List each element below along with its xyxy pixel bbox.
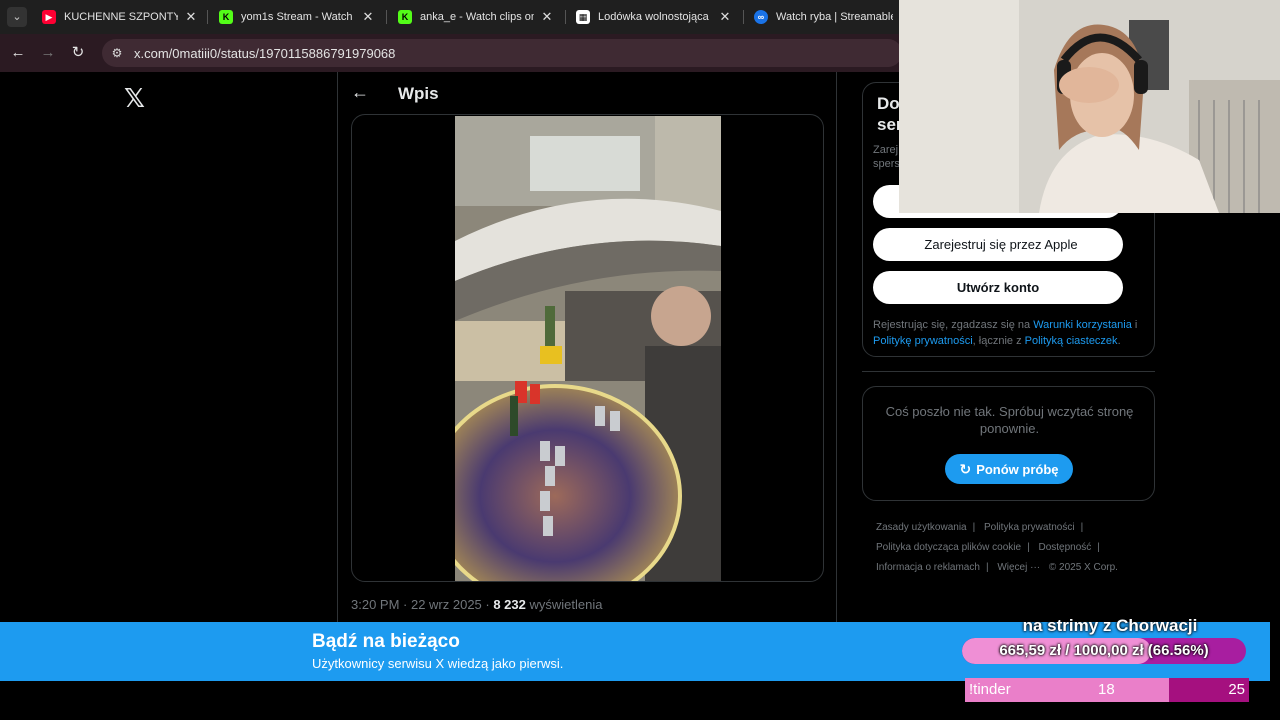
footer-link[interactable]: Informacja o reklamach (876, 562, 980, 573)
post-column: ← Wpis 3:20 PM · 22 wrz 2025 · 8 232 wyś… (337, 72, 837, 632)
reload-icon[interactable]: ↻ (68, 43, 88, 63)
footer-links: Zasady użytkowania | Polityka prywatności… (876, 522, 1118, 573)
terms-text: i (1131, 319, 1138, 331)
page-title: Wpis (398, 84, 439, 103)
webcam-image (899, 0, 1280, 213)
back-arrow-icon[interactable]: ← (8, 43, 28, 63)
signup-terms: Rejestrując się, zgadzasz się na Warunki… (873, 317, 1148, 349)
terms-text: . (1117, 335, 1121, 347)
tab-search-chevron-icon[interactable]: ⌄ (7, 7, 27, 27)
tab-streamable[interactable]: ∞ Watch ryba | Streamable (746, 0, 901, 34)
signup-apple-button[interactable]: Zarejestruj się przez Apple (873, 228, 1123, 261)
tab-separator (565, 10, 566, 24)
poll-bar: !tinder 18 25 (965, 678, 1249, 702)
footer-copyright: © 2025 X Corp. (1048, 562, 1118, 573)
footer-link[interactable]: Dostępność (1038, 542, 1091, 553)
banner-title: Bądź na bieżąco (312, 631, 460, 652)
youtube-icon: ▶ (42, 10, 56, 24)
tab-yom1s-stream[interactable]: K yom1s Stream - Watch Live ✕ (211, 0, 383, 34)
tab-anka-clips[interactable]: K anka_e - Watch clips on Kick ✕ (390, 0, 562, 34)
tab-close-icon[interactable]: ✕ (184, 9, 198, 25)
privacy-link[interactable]: Politykę prywatności (873, 335, 973, 347)
kick-icon: K (219, 10, 233, 24)
video-frame-image (455, 116, 721, 581)
webcam-overlay (899, 0, 1280, 213)
site-settings-icon[interactable]: ⚙ (110, 46, 124, 60)
terms-text: Rejestrując się, zgadzasz się na (873, 319, 1034, 331)
kick-icon: K (398, 10, 412, 24)
tab-kuchenne-szponty[interactable]: ▶ KUCHENNE SZPONTY ODC ✕ (34, 0, 206, 34)
tab-separator (207, 10, 208, 24)
signup-apple-label: Zarejestruj się przez Apple (924, 237, 1078, 252)
tab-title: Lodówka wolnostojąca Sm (598, 11, 712, 23)
footer-link[interactable]: Zasady użytkowania (876, 522, 967, 533)
x-logo-icon[interactable]: 𝕏 (124, 84, 145, 114)
error-message: Coś poszło nie tak. Spróbuj wczytać stro… (885, 404, 1134, 436)
tab-title: yom1s Stream - Watch Live (241, 11, 355, 23)
sidebar-divider (862, 371, 1155, 372)
ceneo-icon: ▦ (576, 10, 590, 24)
views-label: wyświetlenia (525, 597, 603, 612)
create-account-button[interactable]: Utwórz konto (873, 271, 1123, 304)
tab-title: anka_e - Watch clips on Kick (420, 11, 534, 23)
poll-label: !tinder (969, 681, 1011, 698)
url-text: x.com/0matiii0/status/197011588679197906… (134, 45, 396, 61)
poll-count-b: 25 (1228, 681, 1245, 698)
tab-separator (386, 10, 387, 24)
create-account-label: Utwórz konto (956, 280, 1040, 295)
tab-close-icon[interactable]: ✕ (540, 9, 554, 25)
donation-goal-text: 665,59 zł / 1000,00 zł (66.56%) (999, 642, 1209, 659)
post-time[interactable]: 3:20 PM · 22 wrz 2025 · (351, 597, 493, 612)
cookies-link[interactable]: Polityką ciasteczek (1025, 335, 1118, 347)
donation-goal-title: na strimy z Chorwacji (1022, 616, 1198, 635)
forward-arrow-icon[interactable]: → (38, 43, 58, 63)
terms-link[interactable]: Warunki korzystania (1033, 319, 1132, 331)
views-count: 8 232 (493, 597, 526, 612)
footer-link[interactable]: Więcej ··· (997, 562, 1040, 573)
tab-title: Watch ryba | Streamable (776, 11, 893, 23)
tab-lodowka[interactable]: ▦ Lodówka wolnostojąca Sm ✕ (568, 0, 740, 34)
donation-goal-bar: 665,59 zł / 1000,00 zł (66.56%) (962, 638, 1246, 664)
back-arrow-icon[interactable]: ← (351, 82, 369, 103)
poll-count-a: 18 (1098, 681, 1115, 698)
error-card: Coś poszło nie tak. Spróbuj wczytać stro… (862, 386, 1155, 501)
retry-button[interactable]: ↻ Ponów próbę (945, 454, 1073, 484)
streamable-icon: ∞ (754, 10, 768, 24)
terms-text: , łącznie z (972, 335, 1025, 347)
tab-close-icon[interactable]: ✕ (361, 9, 375, 25)
retry-label: Ponów próbę (976, 461, 1059, 477)
footer-link[interactable]: Polityka prywatności (984, 522, 1075, 533)
post-timestamp: 3:20 PM · 22 wrz 2025 · 8 232 wyświetlen… (351, 597, 602, 612)
tab-title: KUCHENNE SZPONTY ODC (64, 11, 178, 23)
footer-link[interactable]: Polityka dotycząca plików cookie (876, 542, 1021, 553)
url-bar[interactable]: ⚙ x.com/0matiii0/status/1970115886791979… (102, 39, 902, 67)
post-media[interactable] (351, 114, 824, 582)
tab-separator (743, 10, 744, 24)
video-player[interactable] (455, 116, 721, 581)
tab-close-icon[interactable]: ✕ (718, 9, 732, 25)
banner-subtitle: Użytkownicy serwisu X wiedzą jako pierws… (312, 656, 564, 671)
refresh-icon: ↻ (959, 460, 972, 477)
